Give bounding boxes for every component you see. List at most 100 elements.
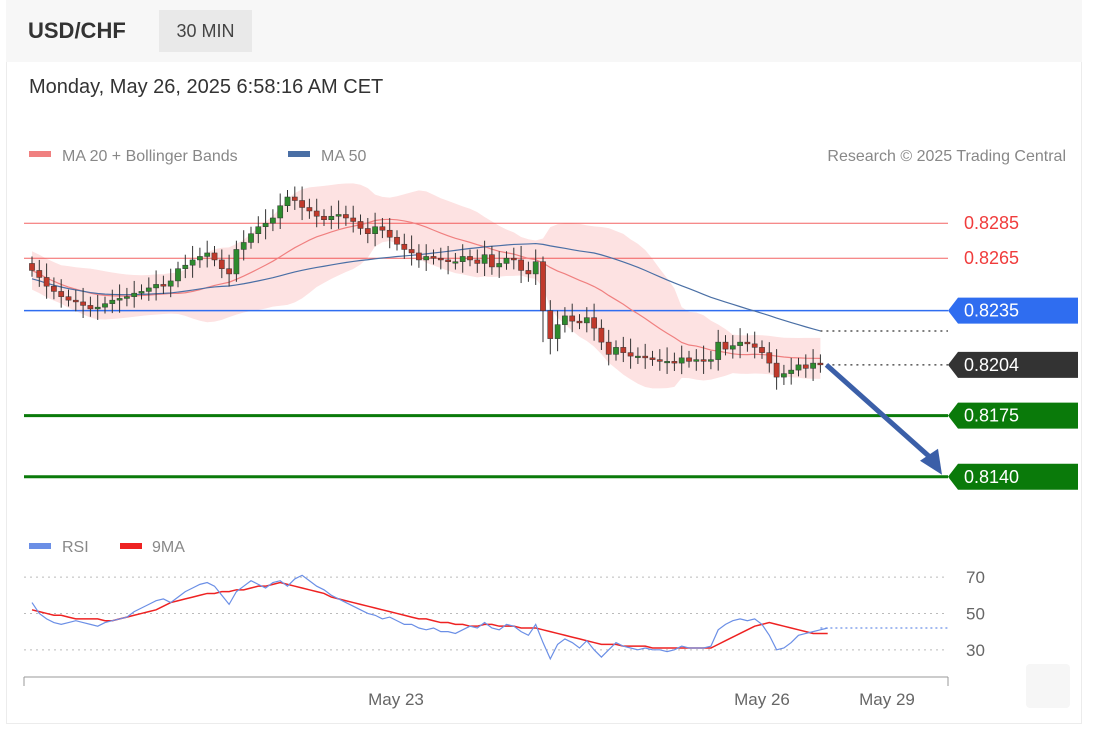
candle-body: [343, 214, 349, 219]
candle-body: [284, 196, 291, 206]
candle-body: [277, 205, 284, 219]
x-axis: May 23 May 26 May 29: [23, 676, 949, 709]
candle-body: [394, 236, 400, 245]
ma50-legend-label: MA 50: [321, 148, 366, 165]
candle-body: [664, 361, 670, 364]
candle-body: [175, 268, 181, 282]
candle-body: [496, 263, 503, 268]
candle-body: [525, 270, 532, 275]
candle-body: [240, 242, 247, 250]
candle-body: [671, 361, 678, 364]
candle-body: [248, 233, 254, 243]
candle-body: [467, 256, 473, 261]
candle-body: [569, 315, 576, 322]
candle-body: [649, 357, 656, 360]
candle-body: [364, 228, 371, 234]
candle-body: [430, 256, 437, 259]
level-tag-current: 0.8204: [948, 351, 1078, 378]
candle-body: [562, 315, 568, 325]
level-tag-pivot: 0.8235: [948, 297, 1078, 324]
candle-body: [408, 249, 415, 254]
candle-body: [58, 291, 65, 297]
candle-body: [642, 355, 649, 359]
level-tag-support: 0.8140: [948, 463, 1078, 490]
candle-body: [211, 252, 218, 261]
level-tag-label: 0.8204: [964, 355, 1019, 375]
candle-body: [554, 324, 561, 339]
candle-body: [43, 277, 50, 287]
candle-body: [729, 345, 736, 350]
candle-body: [708, 359, 714, 362]
candle-body: [481, 254, 488, 264]
candle-body: [65, 296, 72, 301]
candle-body: [737, 341, 743, 346]
settings-corner-button[interactable]: [1026, 664, 1070, 708]
candle-body: [700, 359, 707, 362]
candle-body: [613, 347, 619, 355]
candle-body: [802, 364, 809, 369]
candle-body: [722, 341, 729, 350]
rsi-tick-label: 50: [966, 604, 985, 623]
candle-body: [160, 284, 167, 287]
candle-body: [810, 362, 816, 369]
candle-body: [437, 257, 444, 261]
candle-body: [656, 359, 663, 362]
rsi-ma-legend-swatch: [120, 543, 142, 549]
candle-body: [605, 341, 612, 355]
level-labels: 0.8285 0.8265 0.8235 0.8204 0.8175 0.8140: [948, 213, 1078, 490]
candle-body: [299, 200, 305, 208]
x-tick-label: May 23: [368, 690, 424, 709]
candle-body: [379, 226, 386, 231]
candle-body: [335, 214, 342, 217]
candle-body: [204, 252, 211, 257]
candle-body: [620, 347, 627, 353]
candle-body: [591, 317, 597, 329]
candle-body: [372, 226, 378, 234]
candle-body: [189, 259, 196, 266]
candle-body: [328, 215, 335, 220]
level-tag-label: 0.8175: [964, 406, 1019, 426]
level-tag-label: 0.8140: [964, 467, 1019, 487]
candle-body: [452, 261, 459, 264]
candle-body: [153, 284, 159, 289]
candle-body: [795, 364, 802, 371]
level-tag-support: 0.8175: [948, 402, 1078, 429]
candle-body: [781, 373, 787, 378]
candle-body: [788, 369, 795, 374]
x-tick-label: May 29: [859, 690, 915, 709]
candle-body: [109, 299, 116, 304]
candle-body: [357, 221, 364, 229]
rsi-line: [31, 574, 828, 661]
forecast-arrow-shaft: [824, 362, 936, 463]
candle-body: [744, 341, 751, 345]
candle-body: [474, 259, 481, 264]
candle-body: [773, 362, 780, 378]
candle-body: [598, 327, 605, 343]
candle-body: [503, 257, 510, 264]
candle-body: [182, 264, 189, 269]
candle-body: [817, 362, 824, 366]
candle-body: [459, 256, 466, 262]
candle-body: [386, 229, 393, 238]
candle-body: [29, 263, 35, 271]
candle-body: [540, 261, 546, 311]
candle-body: [255, 226, 262, 234]
forecast-arrow: [824, 362, 942, 475]
rsi-panel: 70 50 30: [24, 568, 985, 661]
candle-body: [233, 249, 240, 275]
candle-body: [87, 305, 94, 310]
candle-body: [510, 257, 517, 261]
ma50-legend-swatch: [288, 151, 310, 157]
rsi-legend: RSI 9MA: [29, 539, 185, 556]
candle-body: [583, 317, 590, 324]
candle-body: [715, 341, 722, 360]
rsi-ma-legend-label: 9MA: [152, 539, 185, 556]
level-label-resistance: 0.8265: [964, 248, 1019, 268]
candle-body: [321, 215, 327, 220]
candle-body: [576, 320, 583, 324]
candle-body: [635, 355, 641, 358]
candle-body: [489, 254, 495, 268]
rsi-legend-swatch: [29, 543, 51, 549]
price-chart: MA 20 + Bollinger Bands MA 50 Research ©…: [23, 148, 1078, 709]
candle-body: [423, 256, 430, 261]
